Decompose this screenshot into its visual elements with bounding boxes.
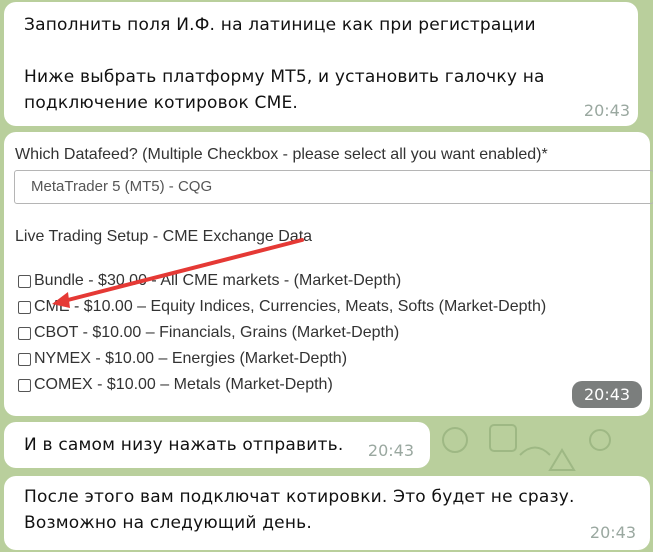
message-time: 20:43 <box>583 101 630 120</box>
message-text: Заполнить поля И.Ф. на латинице как при … <box>24 15 545 113</box>
message-bubble-instructions: Заполнить поля И.Ф. на латинице как при … <box>4 2 638 126</box>
message-bubble-submit: И в самом низу нажать отправить. 20:43 <box>4 422 430 468</box>
message-time: 20:43 <box>367 441 414 460</box>
red-arrow-annotation <box>52 238 304 308</box>
message-text: И в самом низу нажать отправить. <box>24 435 344 455</box>
message-bubble-followup: После этого вам подключат котировки. Это… <box>4 476 650 550</box>
message-time: 20:43 <box>572 381 643 408</box>
form-screenshot[interactable]: Which Datafeed? (Multiple Checkbox - ple… <box>12 142 653 410</box>
message-text: После этого вам подключат котировки. Это… <box>24 487 575 533</box>
message-time: 20:43 <box>589 523 636 542</box>
